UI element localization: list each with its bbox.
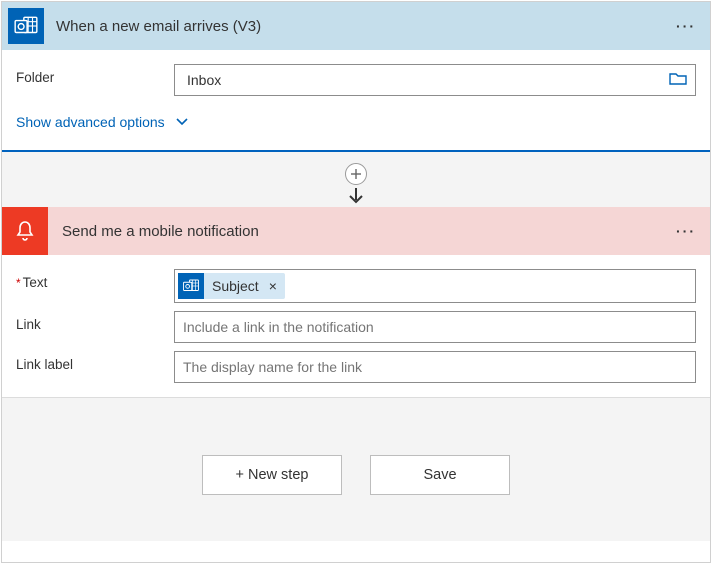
footer: + New step Save	[2, 397, 710, 541]
bell-icon	[2, 207, 48, 255]
arrow-down-icon	[346, 186, 366, 211]
new-step-button[interactable]: + New step	[202, 455, 342, 495]
folder-picker-icon[interactable]	[669, 71, 687, 90]
text-input[interactable]: Subject ×	[174, 269, 696, 303]
show-advanced-options-link[interactable]: Show advanced options	[16, 114, 189, 130]
link-placeholder: Include a link in the notification	[183, 319, 374, 335]
advanced-label: Show advanced options	[16, 114, 165, 130]
save-button[interactable]: Save	[370, 455, 510, 495]
action-header[interactable]: Send me a mobile notification ···	[2, 207, 710, 255]
link-label-input[interactable]: The display name for the link	[174, 351, 696, 383]
link-input[interactable]: Include a link in the notification	[174, 311, 696, 343]
flow-designer-canvas: When a new email arrives (V3) ··· Folder…	[1, 1, 711, 563]
outlook-token-icon	[178, 273, 204, 299]
action-title: Send me a mobile notification	[62, 223, 676, 240]
connector-area	[2, 152, 710, 207]
token-remove-button[interactable]: ×	[269, 278, 277, 294]
subject-token[interactable]: Subject ×	[178, 273, 285, 299]
trigger-title: When a new email arrives (V3)	[56, 18, 676, 35]
link-label-placeholder: The display name for the link	[183, 359, 362, 375]
add-step-button[interactable]	[345, 163, 367, 185]
trigger-body: Folder Inbox Show advanced options	[2, 50, 710, 150]
folder-value: Inbox	[187, 72, 669, 88]
folder-input[interactable]: Inbox	[174, 64, 696, 96]
outlook-icon	[8, 8, 44, 44]
action-card: Send me a mobile notification ··· Text	[2, 207, 710, 397]
trigger-card: When a new email arrives (V3) ··· Folder…	[2, 2, 710, 152]
trigger-header[interactable]: When a new email arrives (V3) ···	[2, 2, 710, 50]
chevron-down-icon	[175, 114, 189, 130]
trigger-more-button[interactable]: ···	[676, 18, 696, 34]
text-label: Text	[16, 269, 174, 290]
link-label-label: Link label	[16, 351, 174, 372]
link-label: Link	[16, 311, 174, 332]
action-more-button[interactable]: ···	[676, 223, 696, 239]
token-label: Subject	[212, 278, 259, 294]
folder-label: Folder	[16, 64, 174, 85]
action-body: Text	[2, 255, 710, 397]
